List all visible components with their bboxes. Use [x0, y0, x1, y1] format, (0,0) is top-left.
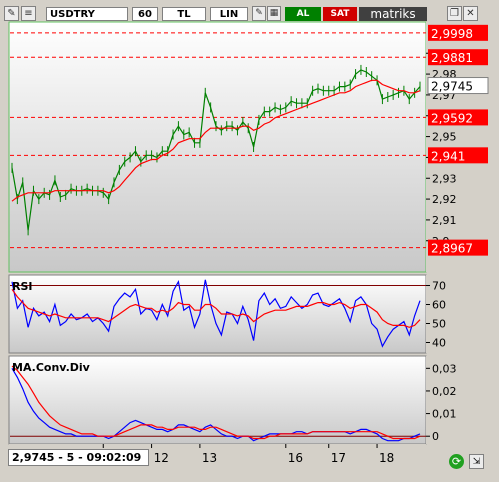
- y-tick-label: 60: [432, 299, 446, 312]
- level-label: 2,8967: [431, 242, 473, 256]
- level-label: 2,9881: [431, 51, 473, 65]
- x-tick-label: 16: [288, 451, 303, 465]
- y-tick-label: 2,93: [432, 172, 457, 185]
- x-tick-label: 12: [154, 451, 169, 465]
- y-tick-label: 50: [432, 318, 446, 331]
- y-tick-label: 0,03: [432, 362, 457, 375]
- cursor-readout: 2,9745 - 5 - 09:02:09: [8, 449, 149, 466]
- y-tick-label: 0,01: [432, 408, 457, 421]
- macd-title: MA.Conv.Div: [12, 361, 90, 374]
- y-tick-label: 2,95: [432, 131, 457, 144]
- level-label: 2,941: [431, 149, 465, 163]
- resize-grip-icon[interactable]: ⇲: [469, 454, 484, 469]
- level-label: 2,9998: [431, 27, 473, 41]
- x-tick-label: 18: [379, 451, 394, 465]
- y-tick-label: 2,92: [432, 193, 457, 206]
- refresh-icon[interactable]: ⟳: [449, 454, 464, 469]
- y-tick-label: 0: [432, 430, 439, 443]
- price-panel: [8, 21, 427, 273]
- x-tick-label: 17: [331, 451, 346, 465]
- y-tick-label: 40: [432, 337, 446, 350]
- level-label: 2,9592: [431, 111, 473, 125]
- rsi-title: RSI: [12, 280, 33, 293]
- chart-window: ✎ ≡ USDTRY 60 TL LIN ✎ ▦ AL SAT matriks …: [0, 0, 499, 482]
- last-price-label: 2,9745: [431, 80, 473, 94]
- x-tick-label: 13: [202, 451, 217, 465]
- chart-canvas: 2,92,912,922,932,942,952,962,972,982,992…: [8, 21, 489, 468]
- y-tick-label: 2,91: [432, 214, 457, 227]
- y-tick-label: 70: [432, 280, 446, 293]
- y-tick-label: 0,02: [432, 385, 457, 398]
